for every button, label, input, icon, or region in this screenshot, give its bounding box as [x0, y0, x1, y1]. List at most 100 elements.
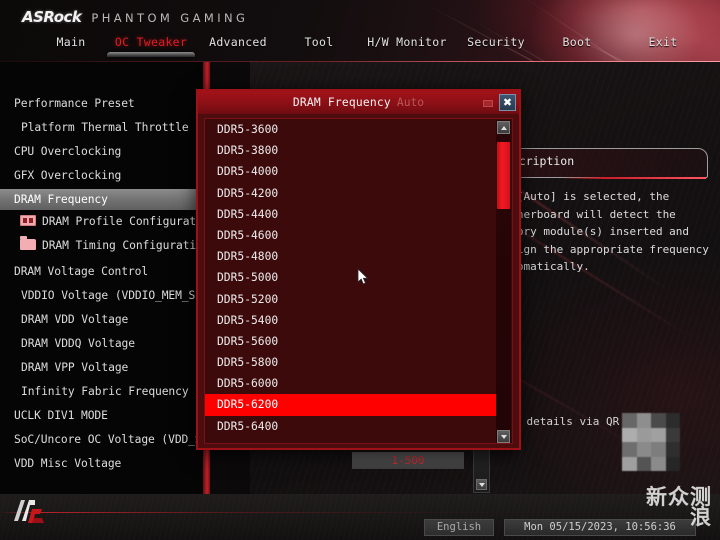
option-container: DDR5-3600 DDR5-3800 DDR5-4000 DDR5-4200 DDR5…: [205, 119, 512, 437]
sidebar-item-cpu-overclocking[interactable]: CPU Overclocking: [0, 141, 209, 162]
sidebar-item-gfx-overclocking[interactable]: GFX Overclocking: [0, 165, 209, 186]
sidebar-item-label: Platform Thermal Throttle Limit: [21, 121, 229, 134]
sidebar-item-label: DRAM VDD Voltage: [21, 313, 129, 326]
sidebar-item-label: Infinity Fabric Frequency: [21, 385, 189, 398]
description-panel: Description: [490, 148, 708, 186]
sidebar-item-platform-thermal-throttle-limit[interactable]: Platform Thermal Throttle Limit: [0, 117, 229, 138]
qr-cell: [622, 427, 637, 442]
dialog-title: DRAM Frequency: [292, 96, 391, 109]
dialog-title-bar: DRAM Frequency Auto: [198, 91, 519, 114]
sidebar-item-label: UCLK DIV1 MODE: [14, 409, 108, 422]
tab-security[interactable]: Security: [458, 33, 534, 49]
tab-advanced[interactable]: Advanced: [196, 33, 280, 49]
qr-cell: [622, 442, 637, 457]
system-datetime: Mon 05/15/2023, 10:56:36: [504, 519, 696, 536]
sidebar-item-dram-voltage-control[interactable]: DRAM Voltage Control: [0, 261, 209, 282]
qr-cell: [665, 442, 680, 457]
sidebar-item-label: VDD Misc Voltage: [14, 457, 122, 470]
option-ddr5-6000[interactable]: DDR5-6000: [205, 373, 512, 394]
qr-cell: [636, 456, 651, 471]
sidebar-item-label: DRAM Timing Configuration: [42, 239, 210, 252]
option-ddr5-4400[interactable]: DDR5-4400: [205, 204, 512, 225]
dram-frequency-option-list[interactable]: DDR5-3600 DDR5-3800 DDR5-4000 DDR5-4200 DDR5…: [204, 118, 513, 444]
phantom-gaming-wordmark: PHANTOM GAMING: [91, 11, 249, 25]
sidebar-item-dram-vddq-voltage[interactable]: DRAM VDDQ Voltage: [0, 333, 209, 354]
sidebar-item-dram-vdd-voltage[interactable]: DRAM VDD Voltage: [0, 309, 209, 330]
qr-cell: [665, 413, 680, 428]
sidebar-item-vdd-misc-voltage[interactable]: VDD Misc Voltage: [0, 453, 209, 474]
sidebar-item-label: SoC/Uncore OC Voltage (VDD_SOC): [14, 433, 222, 446]
option-ddr5-5400[interactable]: DDR5-5400: [205, 310, 512, 331]
qr-cell: [651, 427, 666, 442]
header-bar: ASRock PHANTOM GAMING Main OC Tweaker Adva…: [0, 0, 720, 62]
dialog-current-value: Auto: [396, 96, 425, 109]
option-ddr5-5000[interactable]: DDR5-5000: [205, 267, 512, 288]
sidebar-item-infinity-fabric-frequency[interactable]: Infinity Fabric Frequency: [0, 381, 209, 402]
chevron-down-icon: [500, 434, 507, 439]
sidebar-item-label: Performance Preset: [14, 97, 135, 110]
tab-main[interactable]: Main: [36, 33, 106, 49]
tab-boot[interactable]: Boot: [544, 33, 610, 49]
brand-logo: ASRock PHANTOM GAMING: [22, 8, 248, 26]
chevron-up-icon: [500, 125, 507, 130]
option-ddr5-3600[interactable]: DDR5-3600: [205, 119, 512, 140]
qr-cell: [636, 427, 651, 442]
qr-cell: [636, 413, 651, 428]
sidebar-item-label: DRAM Voltage Control: [14, 265, 149, 278]
sidebar-item-label: CPU Overclocking: [14, 145, 122, 158]
qr-cell: [665, 427, 680, 442]
sidebar-item-vddio-voltage-vddio-mem-s3[interactable]: VDDIO Voltage (VDDIO_MEM_S3): [0, 285, 209, 306]
scroll-up-button[interactable]: [497, 121, 510, 134]
sidebar-item-label: DRAM Frequency: [14, 193, 108, 206]
option-ddr5-3800[interactable]: DDR5-3800: [205, 140, 512, 161]
sidebar-item-label: DRAM VPP Voltage: [21, 361, 129, 374]
scroll-down-button[interactable]: [476, 479, 487, 490]
chevron-down-icon: [478, 482, 485, 487]
dialog-minimize-button[interactable]: [483, 100, 493, 107]
close-icon[interactable]: ✖: [499, 94, 516, 111]
dram-frequency-dialog: DRAM Frequency Auto ✖ DDR5-3600 DDR5-3800…: [196, 89, 521, 450]
sidebar-item-dram-profile-configuration[interactable]: DRAM Profile Configuration: [0, 211, 216, 232]
description-text: If [Auto] is selected, the motherboard w…: [497, 190, 709, 273]
option-ddr5-6200[interactable]: DDR5-6200: [205, 394, 502, 416]
sidebar-item-dram-vpp-voltage[interactable]: DRAM VPP Voltage: [0, 357, 209, 378]
option-ddr5-4800[interactable]: DDR5-4800: [205, 246, 512, 267]
footer-divider: [0, 512, 720, 513]
range-value-field[interactable]: 1-500: [352, 452, 464, 469]
scrollbar-thumb[interactable]: [497, 142, 510, 209]
asrock-wordmark: ASRock: [22, 8, 82, 26]
scroll-down-button[interactable]: [497, 430, 510, 443]
sidebar-item-uclk-div1-mode[interactable]: UCLK DIV1 MODE: [0, 405, 209, 426]
qr-cell: [636, 442, 651, 457]
qr-cell: [622, 456, 637, 471]
tab-exit[interactable]: Exit: [632, 33, 694, 49]
sidebar-item-label: VDDIO Voltage (VDDIO_MEM_S3): [21, 289, 209, 302]
sidebar-item-label: GFX Overclocking: [14, 169, 122, 182]
option-ddr5-6400[interactable]: DDR5-6400: [205, 416, 512, 437]
memory-module-icon: [20, 215, 36, 226]
sidebar-item-performance-preset[interactable]: Performance Preset: [0, 93, 209, 114]
qr-cell: [651, 413, 666, 428]
sidebar-item-dram-frequency[interactable]: DRAM Frequency: [0, 189, 209, 210]
tab-h-w-monitor[interactable]: H/W Monitor: [358, 33, 456, 49]
folder-icon: [20, 236, 36, 250]
qr-cell: [651, 456, 666, 471]
option-ddr5-4000[interactable]: DDR5-4000: [205, 161, 512, 182]
bios-screen: ASRock PHANTOM GAMING Main OC Tweaker Adva…: [0, 0, 720, 540]
sidebar-item-dram-timing-configuration[interactable]: DRAM Timing Configuration: [0, 235, 210, 256]
phantom-gaming-logo-icon: [14, 500, 44, 523]
option-ddr5-5200[interactable]: DDR5-5200: [205, 289, 512, 310]
tab-tool[interactable]: Tool: [286, 33, 352, 49]
qr-code-image: [622, 413, 680, 471]
option-ddr5-4200[interactable]: DDR5-4200: [205, 183, 512, 204]
tab-oc-tweaker[interactable]: OC Tweaker: [106, 33, 196, 49]
option-ddr5-5600[interactable]: DDR5-5600: [205, 331, 512, 352]
qr-cell: [622, 413, 637, 428]
settings-menu: Performance Preset Platform Thermal Throt…: [0, 62, 229, 494]
option-ddr5-4600[interactable]: DDR5-4600: [205, 225, 512, 246]
sidebar-item-soc-uncore-oc-voltage-vdd-soc[interactable]: SoC/Uncore OC Voltage (VDD_SOC): [0, 429, 222, 450]
dialog-scrollbar[interactable]: [496, 120, 511, 443]
language-selector[interactable]: English: [424, 519, 494, 536]
qr-cell: [651, 442, 666, 457]
option-ddr5-5800[interactable]: DDR5-5800: [205, 352, 512, 373]
